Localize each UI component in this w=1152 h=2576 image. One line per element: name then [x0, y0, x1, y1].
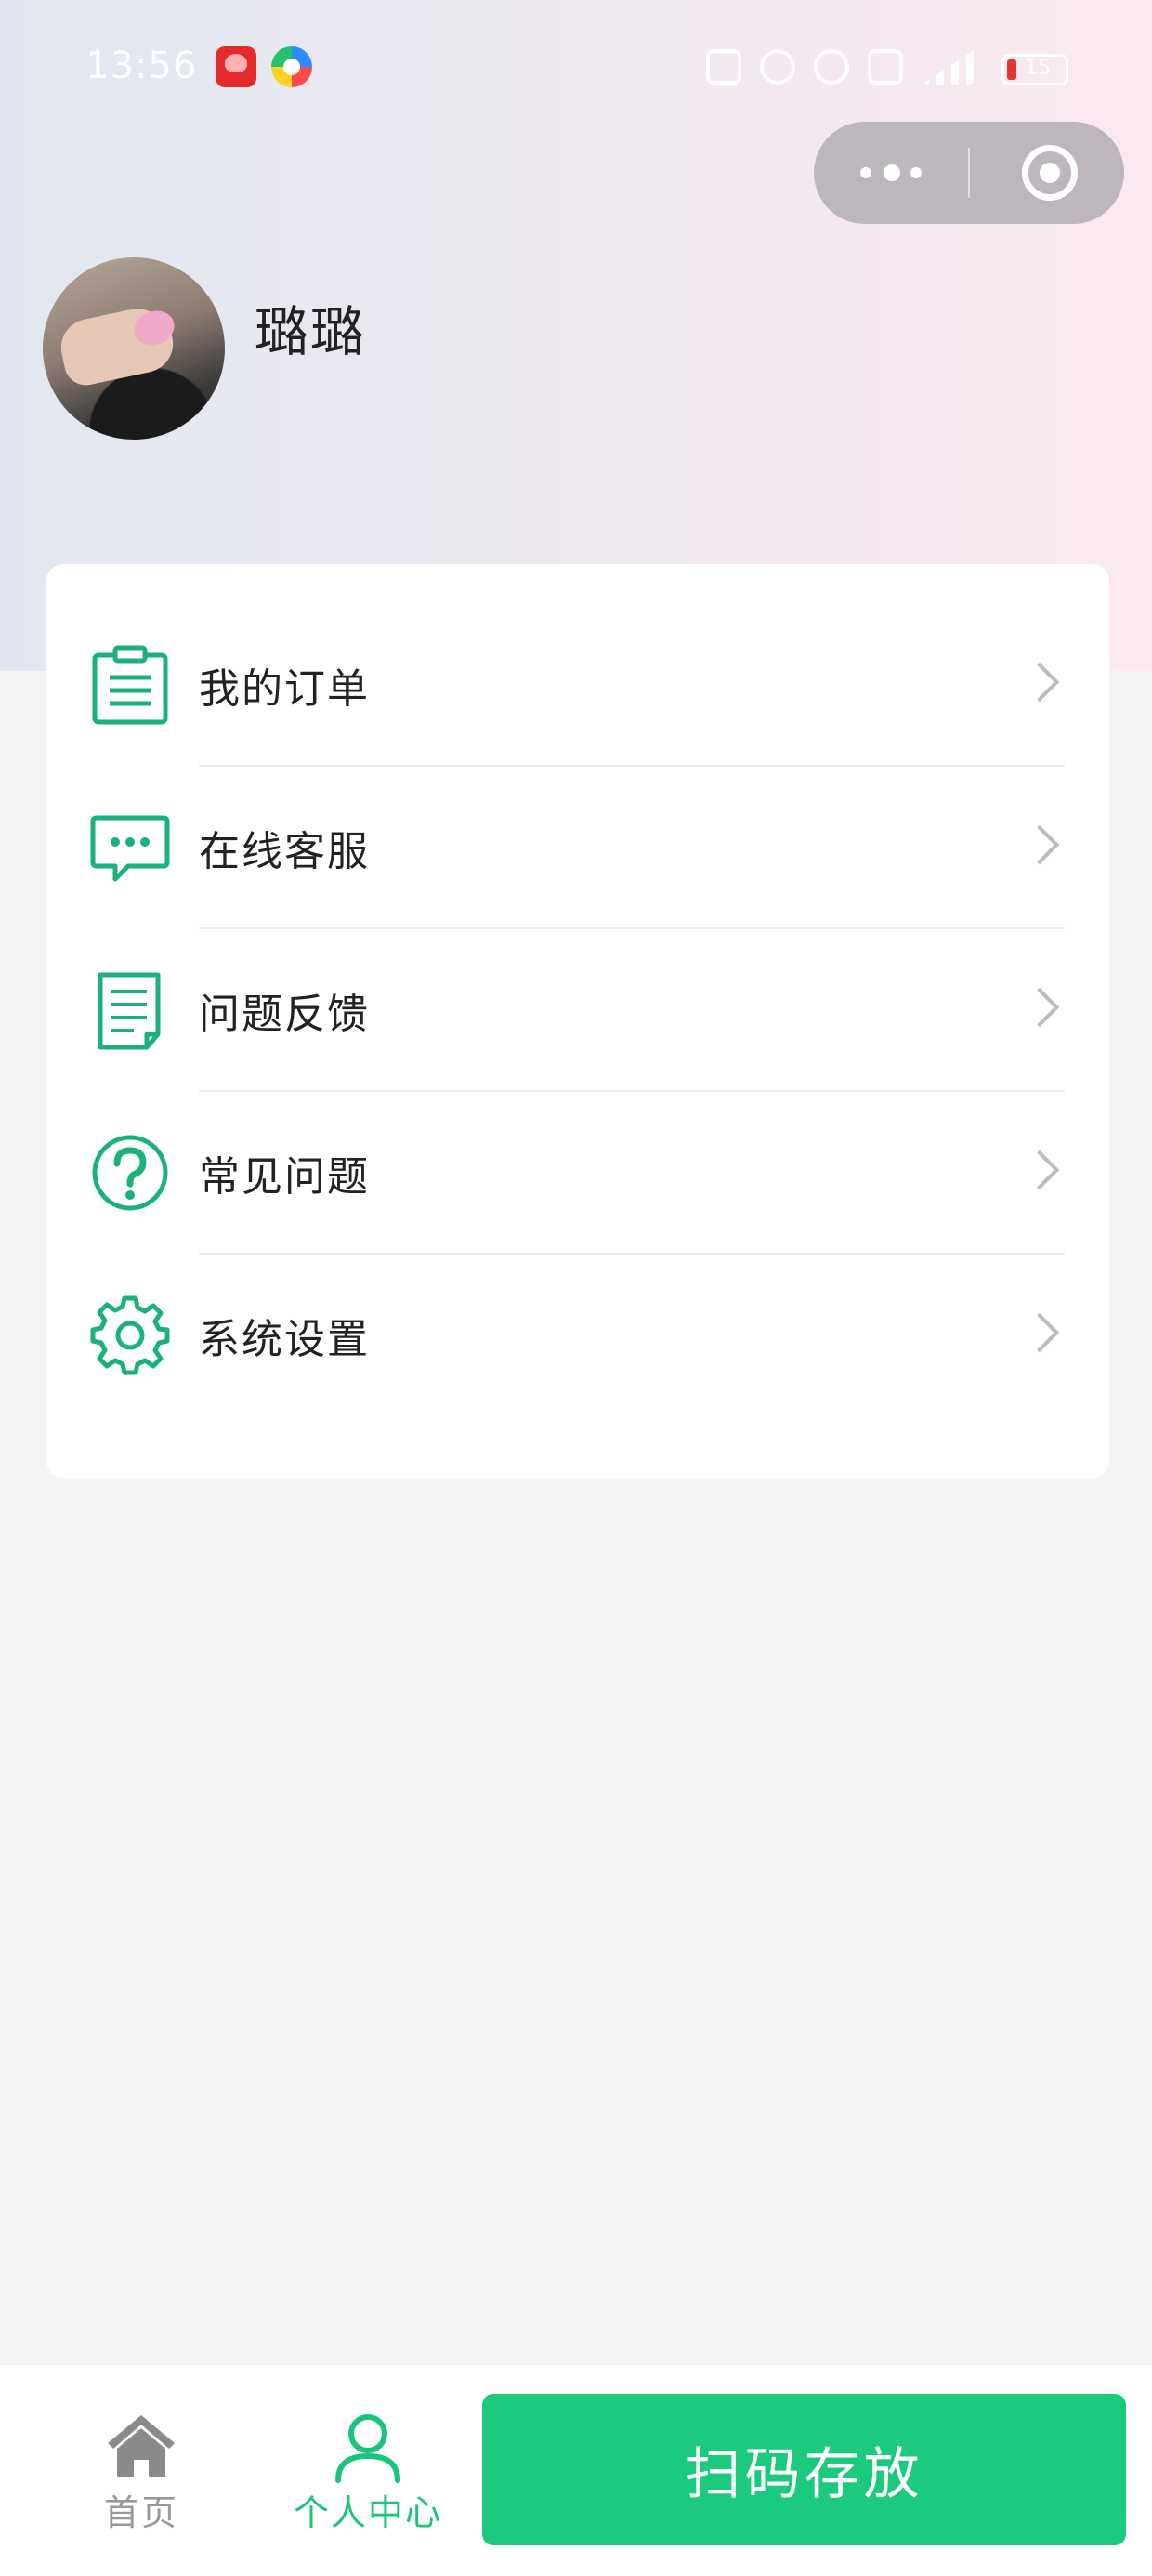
chevron-right-icon: [1019, 987, 1060, 1028]
home-icon: [108, 2415, 175, 2477]
menu-item-faq[interactable]: 常见问题: [46, 1091, 1109, 1255]
username: 璐璐: [255, 300, 367, 363]
gear-icon: [90, 1295, 170, 1375]
status-time: 13:56: [85, 45, 198, 87]
menu-item-label: 问题反馈: [199, 991, 370, 1038]
menu-card: 我的订单 在线客服 问题反馈 常见问题 系统设置: [46, 564, 1109, 1478]
tab-home[interactable]: 首页: [48, 2365, 234, 2551]
chat-bubble-icon: [90, 815, 170, 882]
menu-item-customer-service[interactable]: 在线客服: [46, 766, 1109, 929]
menu-item-orders[interactable]: 我的订单: [46, 603, 1109, 767]
document-icon: [98, 972, 161, 1050]
clipboard-icon: [92, 645, 168, 725]
alarm-icon: [814, 49, 849, 85]
nfc-icon: [706, 49, 741, 85]
battery-level: 15: [1025, 57, 1051, 80]
tab-label: 首页: [103, 2492, 178, 2533]
scan-store-button[interactable]: 扫码存放: [482, 2394, 1126, 2545]
miniprogram-capsule: [814, 122, 1124, 224]
system-icons: [706, 46, 975, 87]
avatar[interactable]: [43, 257, 225, 440]
chevron-right-icon: [1019, 1150, 1060, 1190]
tab-profile[interactable]: 个人中心: [275, 2365, 461, 2551]
bottom-nav: 首页 个人中心 扫码存放: [0, 2365, 1152, 2576]
signal-5g-icon: [922, 49, 975, 85]
hd-icon: [868, 49, 903, 85]
person-icon: [335, 2414, 400, 2483]
tab-label: 个人中心: [293, 2492, 442, 2533]
menu-item-label: 在线客服: [199, 828, 370, 875]
battery-fill: [1007, 59, 1016, 80]
more-dots-icon[interactable]: [814, 122, 968, 224]
menu-item-settings[interactable]: 系统设置: [46, 1254, 1109, 1416]
menu-item-label: 常见问题: [199, 1153, 370, 1201]
chevron-right-icon: [1019, 824, 1060, 865]
target-close-icon[interactable]: [1022, 145, 1078, 201]
chevron-right-icon: [1019, 1312, 1060, 1353]
menu-item-feedback[interactable]: 问题反馈: [46, 928, 1109, 1092]
question-circle-icon: [92, 1135, 168, 1211]
menu-item-label: 我的订单: [199, 665, 370, 713]
pinduoduo-app-icon: [216, 46, 256, 87]
multicolor-app-icon: [271, 46, 312, 87]
chevron-right-icon: [1019, 662, 1060, 703]
battery-icon: 15: [1001, 54, 1068, 85]
menu-item-label: 系统设置: [199, 1316, 370, 1363]
capsule-divider: [968, 148, 970, 198]
headphones-icon: [760, 49, 795, 85]
status-bar: 13:56 15: [0, 0, 1152, 139]
